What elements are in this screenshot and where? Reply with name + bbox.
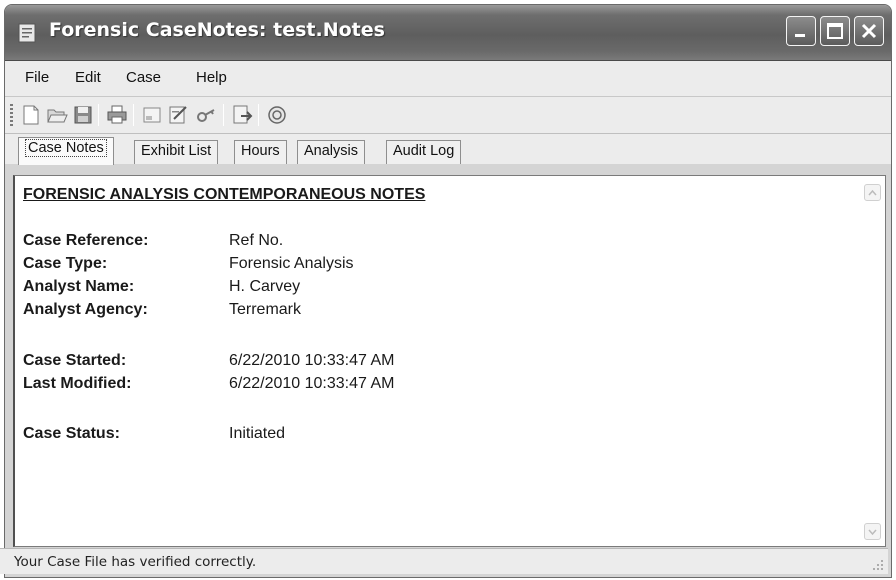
minimize-icon [795,34,805,37]
minimize-button[interactable] [786,16,816,46]
form-icon[interactable] [140,103,164,127]
menu-file[interactable]: File [25,69,49,86]
field-label: Case Started: [23,352,127,369]
status-bar: Your Case File has verified correctly. [0,548,888,574]
field-label: Case Type: [23,255,108,272]
menu-bar: File Edit Case Help [5,61,891,97]
field-label: Analyst Agency: [23,301,148,318]
field-value: H. Carvey [229,278,301,295]
key-icon[interactable] [194,103,218,127]
toolbar-grip[interactable] [10,104,13,126]
save-icon[interactable] [71,103,95,127]
field-value: Initiated [229,425,286,442]
export-icon[interactable] [230,103,254,127]
edit-icon[interactable] [166,103,190,127]
notes-app-icon [18,23,36,43]
menu-case[interactable]: Case [126,69,161,86]
field-label: Last Modified: [23,375,132,392]
tab-audit-log[interactable]: Audit Log [386,140,462,164]
status-message: Your Case File has verified correctly. [14,554,257,570]
tab-exhibit-list[interactable]: Exhibit List [134,140,219,164]
toolbar-separator [98,104,99,126]
tab-case-notes[interactable]: Case Notes [18,137,114,165]
field-value: Ref No. [229,232,284,249]
resize-grip-icon[interactable] [870,557,884,571]
close-icon [861,23,877,39]
title-bar[interactable]: Forensic CaseNotes: test.Notes [5,5,891,61]
field-value: 6/22/2010 10:33:47 AM [229,375,395,392]
menu-edit[interactable]: Edit [75,69,101,86]
scroll-down-button[interactable] [864,523,881,540]
close-button[interactable] [854,16,884,46]
chevron-up-icon [868,189,877,196]
notes-heading: FORENSIC ANALYSIS CONTEMPORANEOUS NOTES [23,186,426,203]
new-icon[interactable] [19,103,43,127]
tab-analysis[interactable]: Analysis [297,140,365,164]
help-icon[interactable] [265,103,289,127]
field-value: Forensic Analysis [229,255,354,272]
open-icon[interactable] [45,103,69,127]
maximize-icon [827,23,843,39]
menu-help[interactable]: Help [196,69,227,86]
tab-strip: Case Notes Exhibit List Hours Analysis A… [5,134,891,165]
toolbar-separator [223,104,224,126]
window-title: Forensic CaseNotes: test.Notes [49,19,385,41]
field-label: Case Status: [23,425,120,442]
toolbar [5,97,891,134]
toolbar-separator [133,104,134,126]
field-value: Terremark [229,301,302,318]
tab-hours[interactable]: Hours [234,140,287,164]
field-value: 6/22/2010 10:33:47 AM [229,352,395,369]
chevron-down-icon [868,529,877,536]
field-label: Case Reference: [23,232,149,249]
print-icon[interactable] [105,103,129,127]
toolbar-separator [258,104,259,126]
maximize-button[interactable] [820,16,850,46]
case-notes-editor[interactable]: FORENSIC ANALYSIS CONTEMPORANEOUS NOTES … [13,175,886,547]
field-label: Analyst Name: [23,278,135,295]
tab-label: Case Notes [25,139,107,157]
scroll-up-button[interactable] [864,184,881,201]
